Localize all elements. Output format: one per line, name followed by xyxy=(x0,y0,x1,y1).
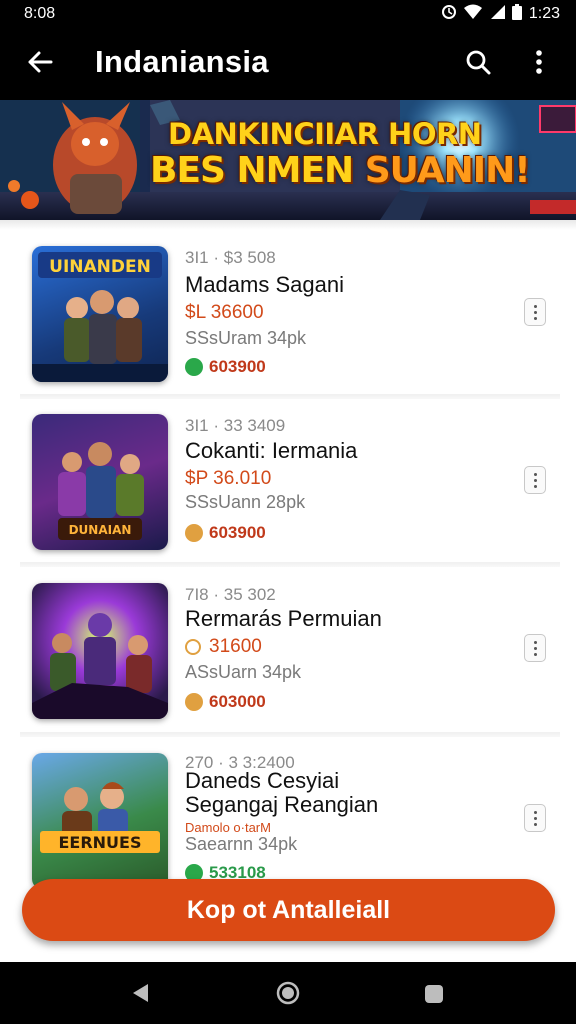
svg-text:UINANDEN: UINANDEN xyxy=(49,257,151,277)
list-item[interactable]: UINANDEN 3I1 · $3 508 Madams Sagani $L 3… xyxy=(0,220,576,382)
game-thumbnail: DUNAIAN xyxy=(32,414,168,550)
app-bar: Indaniansia xyxy=(0,28,576,100)
item-meta: 7I8 · 35 302 xyxy=(185,585,276,604)
nav-recent-icon[interactable] xyxy=(424,984,444,1009)
battery-icon xyxy=(511,3,522,25)
item-title: Daneds Cesyiai xyxy=(185,768,340,793)
coin-icon xyxy=(185,358,203,376)
status-time: 8:08 xyxy=(24,5,56,22)
battery-text: 1:23 xyxy=(528,5,560,22)
more-options-button[interactable] xyxy=(522,44,556,84)
item-title-line2: Seganga‌j Reangian xyxy=(185,792,379,817)
app-screen: 8:08 1:23 Indaniansia DANKINCIIAR HORN B… xyxy=(0,0,576,1024)
alarm-icon xyxy=(441,4,457,25)
item-price: $P 36.010 xyxy=(185,468,272,489)
item-menu-button[interactable] xyxy=(524,634,546,662)
coin-value: 603000 xyxy=(209,692,266,711)
banner-subheadline-b: SUANIN! xyxy=(364,150,531,191)
status-bar: 8:08 1:23 xyxy=(0,0,576,28)
item-meta: 3I1 · $3 508 xyxy=(185,248,276,267)
item-menu-button[interactable] xyxy=(524,804,546,832)
game-thumbnail: EERNUES xyxy=(32,753,168,889)
item-title: Cokanti: Iermania xyxy=(185,438,358,463)
coin-icon xyxy=(185,524,203,542)
item-menu-button[interactable] xyxy=(524,466,546,494)
coin-value: 603900 xyxy=(209,357,266,376)
item-price-row: 31600 xyxy=(185,636,262,658)
search-button[interactable] xyxy=(458,44,498,84)
item-price: $L 36600 xyxy=(185,302,264,323)
arrow-left-icon xyxy=(27,50,53,79)
item-coins: 603900 xyxy=(185,523,266,543)
nav-home-icon[interactable] xyxy=(276,981,300,1010)
banner-subheadline-a: BES NMEN xyxy=(150,150,365,191)
install-button[interactable]: Kop ot Antalleiall xyxy=(22,879,555,941)
wifi-icon xyxy=(463,4,482,25)
search-icon xyxy=(465,49,491,80)
item-meta: 3I1 · 33 3409 xyxy=(185,416,286,435)
list-item[interactable]: 7I8 · 35 302 Rermarás Permuian 31600 ASs… xyxy=(0,558,576,719)
system-nav-bar xyxy=(0,962,576,1024)
more-vert-icon xyxy=(535,49,543,80)
nav-back-icon[interactable] xyxy=(130,982,150,1009)
item-size: SSsUram 34pk xyxy=(185,328,307,348)
item-menu-button[interactable] xyxy=(524,298,546,326)
coin-outline-icon xyxy=(185,639,201,655)
coin-value: 603900 xyxy=(209,523,266,542)
page-title: Indaniansia xyxy=(95,44,269,79)
back-button[interactable] xyxy=(20,46,60,82)
signal-icon xyxy=(489,4,505,25)
svg-text:DUNAIAN: DUNAIAN xyxy=(69,523,132,537)
banner-headline: DANKINCIIAR HORN xyxy=(168,117,482,151)
item-price: 31600 xyxy=(209,636,262,657)
item-subline: Damolo o·tarM xyxy=(185,820,271,835)
item-coins: 603900 xyxy=(185,357,266,377)
item-title: Rermarás Permuian xyxy=(185,606,382,631)
item-size: SSsUann 28pk xyxy=(185,492,306,512)
game-thumbnail xyxy=(32,583,168,719)
item-size: Saearnn 34pk xyxy=(185,834,298,854)
item-title: Madams Sagani xyxy=(185,272,344,297)
game-thumbnail: UINANDEN xyxy=(32,246,168,382)
status-icons: 1:23 xyxy=(441,3,560,25)
list-item[interactable]: EERNUES 270 · 3 3:2400 Daneds Cesyiai Se… xyxy=(0,728,576,889)
item-size: ASsUarn 34pk xyxy=(185,662,302,682)
item-coins: 603000 xyxy=(185,692,266,712)
svg-text:EERNUES: EERNUES xyxy=(58,833,141,852)
list-item[interactable]: DUNAIAN 3I1 · 33 3409 Cokanti: Iermania … xyxy=(0,390,576,550)
coin-icon xyxy=(185,693,203,711)
promo-banner[interactable]: DANKINCIIAR HORN BES NMEN SUANIN! xyxy=(0,100,576,220)
banner-subheadline: BES NMEN SUANIN! xyxy=(150,150,531,191)
